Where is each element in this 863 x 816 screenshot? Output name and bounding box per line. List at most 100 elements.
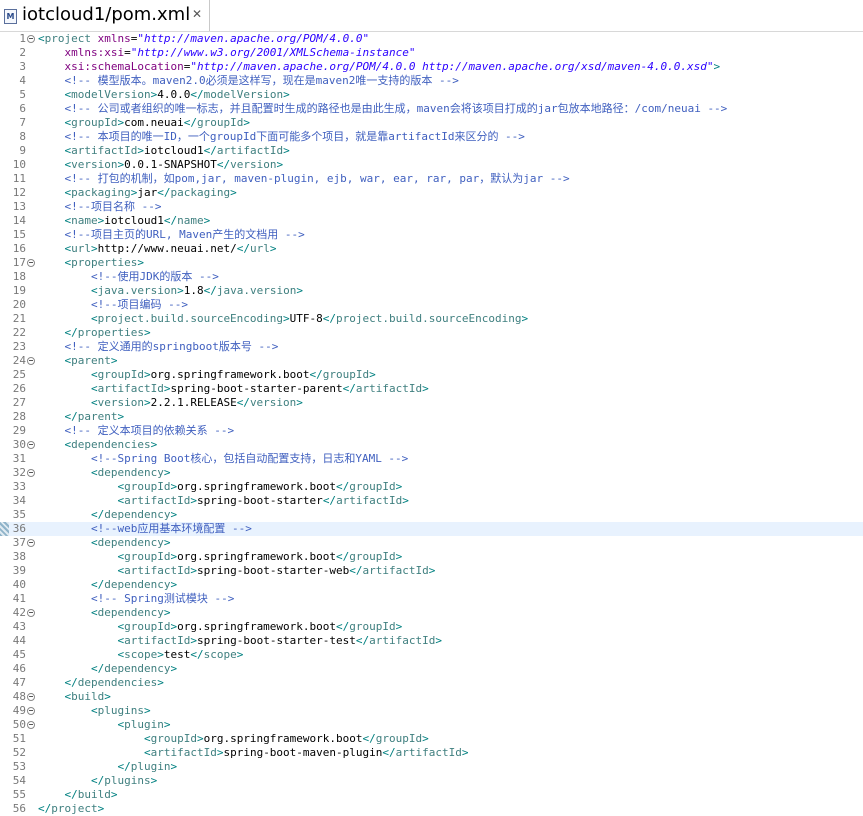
code-line[interactable]: 13 <!--项目名称 --> — [0, 200, 863, 214]
code-line[interactable]: 56 </project> — [0, 802, 863, 816]
fold-collapse-icon[interactable] — [27, 539, 35, 547]
code-token: version — [71, 158, 118, 171]
code-token: </ — [90, 578, 105, 591]
fold-collapse-icon[interactable] — [27, 693, 35, 701]
code-line[interactable]: 1 <project xmlns="http://maven.apache.org… — [0, 32, 863, 46]
code-line[interactable]: 6 <!-- 公司或者组织的唯一标志，并且配置时生成的路径也是由此生成，mave… — [0, 102, 863, 116]
code-line[interactable]: 55 </build> — [0, 788, 863, 802]
code-line[interactable]: 21 <project.build.sourceEncoding>UTF-8</… — [0, 312, 863, 326]
code-line[interactable]: 41 <!-- Spring测试模块 --> — [0, 592, 863, 606]
code-line[interactable]: 40 </dependency> — [0, 578, 863, 592]
code-line[interactable]: 8 <!-- 本项目的唯一ID，一个groupId下面可能多个项目，就是靠art… — [0, 130, 863, 144]
code-line[interactable]: 54 </plugins> — [0, 774, 863, 788]
code-line[interactable]: 34 <artifactId>spring-boot-starter</arti… — [0, 494, 863, 508]
code-line[interactable]: 14 <name>iotcloud1</name> — [0, 214, 863, 228]
code-line[interactable]: 39 <artifactId>spring-boot-starter-web</… — [0, 564, 863, 578]
code-line[interactable]: 15 <!--项目主页的URL, Maven产生的文档用 --> — [0, 228, 863, 242]
fold-collapse-icon[interactable] — [27, 469, 35, 477]
xml-source-editor[interactable]: 1 <project xmlns="http://maven.apache.org… — [0, 32, 863, 815]
editor-tab-pom-xml[interactable]: M iotcloud1/pom.xml ✕ — [0, 0, 210, 31]
line-code: <artifactId>spring-boot-starter-web</art… — [38, 564, 435, 578]
code-line[interactable]: 35 </dependency> — [0, 508, 863, 522]
code-line[interactable]: 45 <scope>test</scope> — [0, 648, 863, 662]
fold-collapse-icon[interactable] — [27, 357, 35, 365]
code-line[interactable]: 52 <artifactId>spring-boot-maven-plugin<… — [0, 746, 863, 760]
code-line[interactable]: 12 <packaging>jar</packaging> — [0, 186, 863, 200]
code-line[interactable]: 32 <dependency> — [0, 466, 863, 480]
code-token: > — [236, 648, 244, 661]
line-gutter: 22 — [0, 326, 37, 340]
code-token: </ — [203, 144, 217, 157]
code-line[interactable]: 7 <groupId>com.neuai</groupId> — [0, 116, 863, 130]
line-number: 49 — [12, 704, 26, 717]
fold-collapse-icon[interactable] — [27, 707, 35, 715]
code-token: 1.8 — [183, 284, 204, 297]
code-line[interactable]: 22 </properties> — [0, 326, 863, 340]
line-number: 56 — [12, 802, 26, 815]
code-line[interactable]: 11 <!-- 打包的机制，如pom,jar, maven-plugin, ej… — [0, 172, 863, 186]
code-line[interactable]: 29 <!-- 定义本项目的依赖关系 --> — [0, 424, 863, 438]
fold-collapse-icon[interactable] — [27, 35, 35, 43]
code-line[interactable]: 17 <properties> — [0, 256, 863, 270]
line-code: <groupId>com.neuai</groupId> — [38, 116, 250, 130]
code-line[interactable]: 49 <plugins> — [0, 704, 863, 718]
editor-tab-title[interactable]: iotcloud1/pom.xml — [22, 3, 190, 27]
code-line[interactable]: 53 </plugin> — [0, 760, 863, 774]
code-line[interactable]: 48 <build> — [0, 690, 863, 704]
code-line[interactable]: 42 <dependency> — [0, 606, 863, 620]
code-line[interactable]: 50 <plugin> — [0, 718, 863, 732]
code-token: </ — [236, 396, 250, 409]
code-line[interactable]: 44 <artifactId>spring-boot-starter-test<… — [0, 634, 863, 648]
code-line[interactable]: 20 <!--项目编码 --> — [0, 298, 863, 312]
code-token: > — [137, 256, 144, 269]
code-line[interactable]: 37 <dependency> — [0, 536, 863, 550]
current-line[interactable]: 36 <!--web应用基本环境配置 --> — [0, 522, 863, 536]
code-line[interactable]: 4 <!-- 模型版本。maven2.0必须是这样写，现在是maven2唯一支持… — [0, 74, 863, 88]
line-gutter: 37 — [0, 536, 37, 550]
code-line[interactable]: 3 xsi:schemaLocation="http://maven.apach… — [0, 60, 863, 74]
code-line[interactable]: 23 <!-- 定义通用的springboot版本号 --> — [0, 340, 863, 354]
code-line[interactable]: 5 <modelVersion>4.0.0</modelVersion> — [0, 88, 863, 102]
code-line[interactable]: 9 <artifactId>iotcloud1</artifactId> — [0, 144, 863, 158]
code-line[interactable]: 10 <version>0.0.1-SNAPSHOT</version> — [0, 158, 863, 172]
code-line[interactable]: 51 <groupId>org.springframework.boot</gr… — [0, 732, 863, 746]
fold-collapse-icon[interactable] — [27, 721, 35, 729]
line-number: 4 — [19, 74, 26, 87]
code-line[interactable]: 30 <dependencies> — [0, 438, 863, 452]
line-code: </build> — [38, 788, 118, 802]
code-line[interactable]: 38 <groupId>org.springframework.boot</gr… — [0, 550, 863, 564]
code-token: groupId — [150, 732, 197, 745]
code-line[interactable]: 18 <!--使用JDK的版本 --> — [0, 270, 863, 284]
code-line[interactable]: 19 <java.version>1.8</java.version> — [0, 284, 863, 298]
code-line[interactable]: 26 <artifactId>spring-boot-starter-paren… — [0, 382, 863, 396]
code-token: groupId — [97, 368, 144, 381]
code-line[interactable]: 2 xmlns:xsi="http://www.w3.org/2001/XMLS… — [0, 46, 863, 60]
code-line[interactable]: 16 <url>http://www.neuai.net/</url> — [0, 242, 863, 256]
code-line[interactable]: 28 </parent> — [0, 410, 863, 424]
code-line[interactable]: 31 <!--Spring Boot核心，包括自动配置支持，日志和YAML --… — [0, 452, 863, 466]
fold-collapse-icon[interactable] — [27, 609, 35, 617]
code-token: org.springframework.boot — [177, 550, 337, 563]
line-number: 38 — [12, 550, 26, 563]
fold-collapse-icon[interactable] — [27, 441, 35, 449]
code-token: > — [395, 620, 403, 633]
code-line[interactable]: 46 </dependency> — [0, 662, 863, 676]
line-number: 47 — [12, 676, 26, 689]
code-token: > — [435, 634, 443, 647]
code-line[interactable]: 47 </dependencies> — [0, 676, 863, 690]
code-token: org.springframework.boot — [177, 480, 337, 493]
code-line[interactable]: 27 <version>2.2.1.RELEASE</version> — [0, 396, 863, 410]
code-line[interactable]: 43 <groupId>org.springframework.boot</gr… — [0, 620, 863, 634]
fold-collapse-icon[interactable] — [27, 259, 35, 267]
close-icon[interactable]: ✕ — [192, 7, 202, 21]
code-line[interactable]: 33 <groupId>org.springframework.boot</gr… — [0, 480, 863, 494]
code-line[interactable]: 25 <groupId>org.springframework.boot</gr… — [0, 368, 863, 382]
code-line[interactable]: 24 <parent> — [0, 354, 863, 368]
line-number: 33 — [12, 480, 26, 493]
